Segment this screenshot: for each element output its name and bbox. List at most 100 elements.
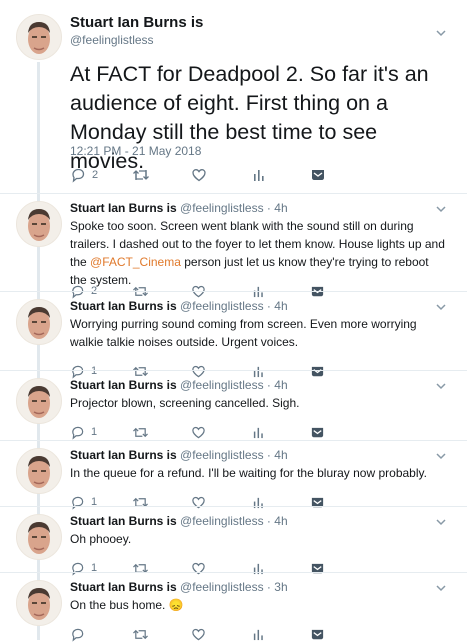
author-name[interactable]: Stuart Ian Burns is bbox=[70, 14, 203, 31]
avatar-face-icon bbox=[17, 15, 61, 59]
avatar[interactable] bbox=[16, 448, 62, 494]
reply-text: Projector blown, screening cancelled. Si… bbox=[70, 396, 300, 410]
avatar[interactable] bbox=[16, 14, 62, 60]
chevron-down-icon[interactable] bbox=[436, 381, 446, 391]
chevron-down-icon[interactable] bbox=[436, 302, 446, 312]
reply-header: Stuart Ian Burns is @feelinglistless · 4… bbox=[70, 201, 288, 215]
author-name[interactable]: Stuart Ian Burns is bbox=[70, 448, 177, 462]
reply-time[interactable]: 4h bbox=[274, 448, 287, 462]
analytics-button[interactable] bbox=[252, 559, 265, 577]
author-name[interactable]: Stuart Ian Burns is bbox=[70, 580, 177, 594]
avatar-face-icon bbox=[17, 515, 61, 559]
reply-icon bbox=[72, 562, 84, 576]
author-handle[interactable]: @feelinglistless bbox=[180, 514, 264, 528]
avatar[interactable] bbox=[16, 580, 62, 626]
direct-message-button[interactable] bbox=[310, 166, 326, 184]
author-handle[interactable]: @feelinglistless bbox=[180, 299, 264, 313]
separator-dot: · bbox=[263, 448, 275, 462]
analytics-icon bbox=[253, 497, 263, 508]
chevron-down-icon[interactable] bbox=[436, 517, 446, 527]
author-name[interactable]: Stuart Ian Burns is bbox=[70, 299, 177, 313]
avatar[interactable] bbox=[16, 378, 62, 424]
analytics-button[interactable] bbox=[252, 423, 265, 441]
reply-icon bbox=[72, 168, 85, 183]
divider bbox=[0, 506, 467, 507]
author-handle[interactable]: @feelinglistless bbox=[180, 378, 264, 392]
chevron-down-icon[interactable] bbox=[436, 451, 446, 461]
retweet-button[interactable] bbox=[132, 559, 149, 577]
reply-count: 1 bbox=[91, 426, 98, 438]
reply-count: 1 bbox=[91, 365, 98, 377]
avatar-face-icon bbox=[17, 581, 61, 625]
chevron-down-icon[interactable] bbox=[436, 28, 446, 38]
tweet-text: At FACT for Deadpool 2. So far it's an a… bbox=[70, 62, 429, 173]
avatar[interactable] bbox=[16, 299, 62, 345]
reply-time[interactable]: 4h bbox=[274, 201, 287, 215]
reply-button[interactable]: 1 bbox=[70, 493, 97, 511]
analytics-icon bbox=[253, 366, 263, 377]
reply-button[interactable]: 1 bbox=[70, 559, 97, 577]
analytics-icon bbox=[254, 170, 264, 181]
reply-button[interactable]: 2 bbox=[70, 166, 98, 184]
analytics-button[interactable] bbox=[252, 166, 266, 184]
reply-body: On the bus home. 😞 bbox=[70, 596, 445, 614]
author-name[interactable]: Stuart Ian Burns is bbox=[70, 201, 177, 215]
chevron-down-icon[interactable] bbox=[436, 204, 446, 214]
author-handle[interactable]: @feelinglistless bbox=[180, 448, 264, 462]
author-handle[interactable]: @feelinglistless bbox=[180, 580, 264, 594]
analytics-button[interactable] bbox=[252, 493, 265, 511]
direct-message-button[interactable] bbox=[310, 493, 325, 511]
retweet-icon bbox=[133, 170, 149, 180]
direct-message-icon bbox=[311, 427, 324, 437]
reply-header: Stuart Ian Burns is @feelinglistless · 4… bbox=[70, 448, 288, 462]
direct-message-button[interactable] bbox=[310, 625, 325, 643]
reply-header: Stuart Ian Burns is @feelinglistless · 3… bbox=[70, 580, 288, 594]
retweet-button[interactable] bbox=[132, 625, 149, 643]
reply-time[interactable]: 4h bbox=[274, 299, 287, 313]
reply-time[interactable]: 4h bbox=[274, 378, 287, 392]
avatar-face-icon bbox=[17, 300, 61, 344]
divider bbox=[0, 440, 467, 441]
retweet-button[interactable] bbox=[132, 166, 150, 184]
like-button[interactable] bbox=[191, 423, 206, 441]
tweet-timestamp[interactable]: 12:21 PM - 21 May 2018 bbox=[70, 144, 201, 158]
like-button[interactable] bbox=[191, 559, 206, 577]
direct-message-icon bbox=[311, 563, 324, 573]
analytics-icon bbox=[253, 427, 263, 438]
like-button[interactable] bbox=[191, 625, 206, 643]
direct-message-button[interactable] bbox=[310, 423, 325, 441]
reply-header: Stuart Ian Burns is @feelinglistless · 4… bbox=[70, 514, 288, 528]
like-button[interactable] bbox=[191, 493, 206, 511]
reply-text: On the bus home. 😞 bbox=[70, 598, 184, 612]
reply-body: Oh phooey. bbox=[70, 530, 445, 548]
tweet-actions: 1 bbox=[70, 493, 330, 511]
direct-message-icon bbox=[311, 497, 324, 507]
analytics-button[interactable] bbox=[252, 625, 265, 643]
direct-message-button[interactable] bbox=[310, 362, 325, 380]
author-name[interactable]: Stuart Ian Burns is bbox=[70, 514, 177, 528]
mention-link[interactable]: @FACT_Cinema bbox=[90, 255, 181, 269]
retweet-icon bbox=[133, 497, 148, 507]
reply-header: Stuart Ian Burns is @feelinglistless · 4… bbox=[70, 299, 288, 313]
like-button[interactable] bbox=[191, 166, 207, 184]
retweet-button[interactable] bbox=[132, 423, 149, 441]
retweet-icon bbox=[133, 427, 148, 437]
retweet-button[interactable] bbox=[132, 493, 149, 511]
reply-time[interactable]: 4h bbox=[274, 514, 287, 528]
reply-body: Projector blown, screening cancelled. Si… bbox=[70, 394, 445, 412]
chevron-down-icon[interactable] bbox=[436, 583, 446, 593]
author-handle[interactable]: @feelinglistless bbox=[70, 33, 154, 47]
reply-time[interactable]: 3h bbox=[274, 580, 287, 594]
author-name[interactable]: Stuart Ian Burns is bbox=[70, 378, 177, 392]
reply-button[interactable]: 1 bbox=[70, 423, 97, 441]
avatar[interactable] bbox=[16, 514, 62, 560]
avatar[interactable] bbox=[16, 201, 62, 247]
reply-button[interactable] bbox=[70, 625, 91, 643]
reply-header: Stuart Ian Burns is @feelinglistless · 4… bbox=[70, 378, 288, 392]
reply-icon bbox=[72, 628, 84, 642]
reply-text: Oh phooey. bbox=[70, 532, 132, 546]
like-icon bbox=[192, 169, 206, 182]
direct-message-button[interactable] bbox=[310, 559, 325, 577]
retweet-icon bbox=[133, 629, 148, 639]
author-handle[interactable]: @feelinglistless bbox=[180, 201, 264, 215]
